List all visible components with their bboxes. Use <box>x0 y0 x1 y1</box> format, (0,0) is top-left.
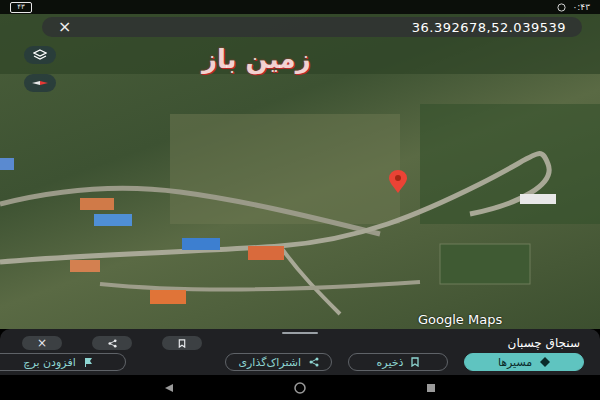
status-bar: ۴۳ ۰:۴۳ <box>0 0 600 14</box>
action-row: افزودن برچ اشتراک‌گذاری ذخیره مسیرها <box>0 350 600 371</box>
phone-screen: ۴۳ ۰:۴۳ زمین باز × 36.392678,52.039539 Google… <box>0 0 600 400</box>
sheet-handle[interactable] <box>282 332 318 334</box>
share-icon <box>309 357 319 367</box>
back-icon[interactable] <box>164 383 174 393</box>
close-button[interactable]: × <box>58 19 71 35</box>
navigation-bar <box>0 375 600 400</box>
share-icon <box>108 339 117 348</box>
battery-indicator: ۴۳ <box>10 2 32 13</box>
action-button[interactable]: افزودن برچ <box>0 353 126 371</box>
flag-icon <box>84 357 94 367</box>
bookmark-icon <box>178 339 186 348</box>
bookmark-button[interactable] <box>162 336 202 350</box>
close-button[interactable]: × <box>22 336 62 350</box>
place-sheet: × سنجاق چسبان افزودن برچ اشتراک‌گذاری ذخیره م… <box>0 329 600 375</box>
clock: ۰:۴۳ <box>572 2 590 12</box>
directions-icon <box>540 357 550 367</box>
home-icon[interactable] <box>294 382 306 394</box>
action-button[interactable]: مسیرها <box>464 353 584 371</box>
search-query[interactable]: 36.392678,52.039539 <box>412 20 566 35</box>
action-button[interactable]: ذخیره <box>348 353 448 371</box>
recents-icon[interactable] <box>426 383 436 393</box>
map-view[interactable]: زمین باز × 36.392678,52.039539 Google Maps <box>0 14 600 329</box>
layers-button[interactable] <box>24 46 56 64</box>
location-pin-icon[interactable] <box>387 170 409 194</box>
alarm-icon <box>557 3 566 12</box>
map-attribution: Google Maps <box>418 312 502 327</box>
layers-icon <box>33 49 47 61</box>
bookmark-icon <box>411 357 419 367</box>
action-button[interactable]: اشتراک‌گذاری <box>225 353 332 371</box>
share-button[interactable] <box>92 336 132 350</box>
compass-button[interactable] <box>24 74 56 92</box>
watermark: زمین باز <box>202 44 311 74</box>
search-bar[interactable]: × 36.392678,52.039539 <box>42 17 582 37</box>
compass-icon <box>31 78 49 88</box>
place-title: سنجاق چسبان <box>508 336 580 350</box>
